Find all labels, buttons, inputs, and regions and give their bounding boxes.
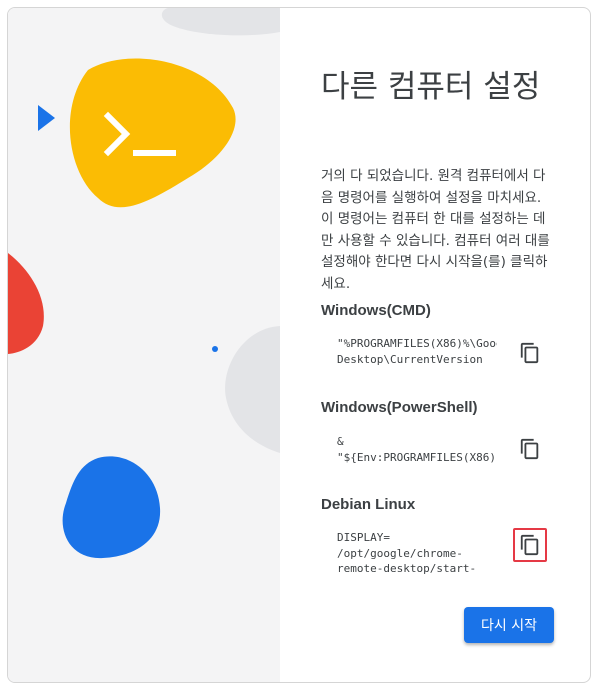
play-triangle-icon bbox=[38, 105, 55, 131]
command-windows-powershell: & "${Env:PROGRAMFILES(X86)}\Google\Chrom… bbox=[337, 435, 497, 464]
copy-icon bbox=[520, 534, 539, 556]
blue-blob bbox=[62, 456, 161, 559]
copy-icon bbox=[520, 438, 539, 460]
section-title-debian-linux: Debian Linux bbox=[321, 496, 416, 513]
copy-button-windows-powershell[interactable] bbox=[513, 432, 547, 466]
command-debian-linux: DISPLAY= /opt/google/chrome- remote-desk… bbox=[337, 531, 477, 575]
copy-button-debian-linux[interactable] bbox=[513, 528, 547, 562]
instructions-text: 거의 다 되었습니다. 원격 컴퓨터에서 다음 명령어를 실행하여 설정을 마치… bbox=[321, 168, 550, 292]
terminal-blob bbox=[69, 58, 236, 208]
setup-dialog: 다른 컴퓨터 설정 거의 다 되었습니다. 원격 컴퓨터에서 다음 명령어를 실… bbox=[7, 7, 591, 683]
red-blob bbox=[8, 253, 44, 354]
small-blue-dot bbox=[212, 346, 218, 352]
decorative-illustration bbox=[8, 8, 280, 559]
page-title: 다른 컴퓨터 설정 bbox=[321, 69, 541, 105]
section-title-windows-cmd: Windows(CMD) bbox=[321, 302, 431, 319]
copy-button-windows-cmd[interactable] bbox=[513, 336, 547, 370]
command-windows-cmd: "%PROGRAMFILES(X86)%\Google\Chrome Remot… bbox=[337, 337, 497, 366]
illustration-panel bbox=[8, 8, 280, 682]
section-title-windows-powershell: Windows(PowerShell) bbox=[321, 399, 478, 416]
gray-blob-top bbox=[161, 8, 280, 36]
gray-blob-right bbox=[225, 326, 280, 453]
restart-button[interactable]: 다시 시작 bbox=[464, 607, 554, 643]
copy-icon bbox=[520, 342, 539, 364]
